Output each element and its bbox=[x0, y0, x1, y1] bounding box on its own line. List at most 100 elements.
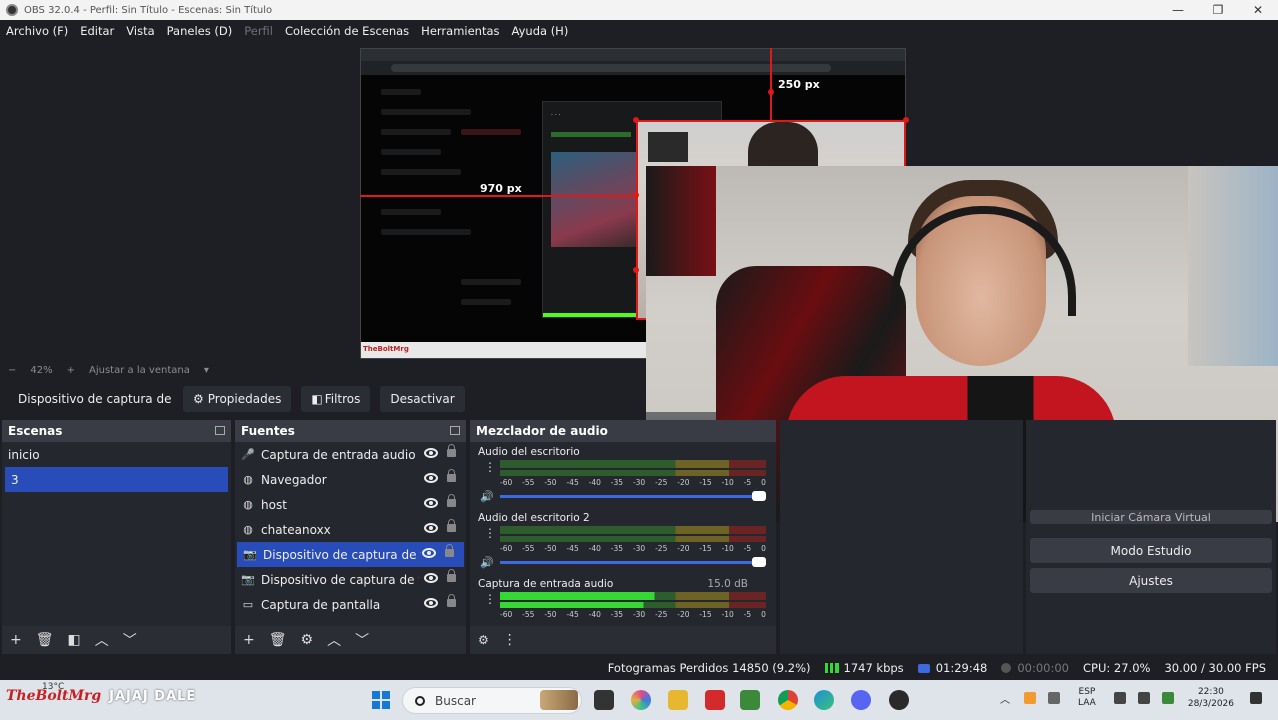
volume-icon[interactable] bbox=[1137, 692, 1150, 704]
discord-icon[interactable] bbox=[851, 690, 871, 710]
chevron-down-icon[interactable]: ﹀ bbox=[355, 630, 369, 650]
chevron-down-icon[interactable]: ▾ bbox=[204, 365, 209, 376]
widgets-area[interactable]: 13°C TheBoltMrg JAJAJ DALE bbox=[6, 682, 196, 704]
menu-edit[interactable]: Editar bbox=[80, 24, 114, 38]
restore-button[interactable]: ❐ bbox=[1198, 0, 1238, 20]
copilot-icon[interactable] bbox=[631, 690, 651, 710]
chevron-up-icon[interactable]: ︿ bbox=[95, 630, 109, 650]
close-button[interactable]: ✕ bbox=[1238, 0, 1278, 20]
eye-icon[interactable] bbox=[424, 573, 438, 583]
undock-icon[interactable] bbox=[450, 426, 460, 435]
fit-window-dropdown[interactable]: Ajustar a la ventana bbox=[89, 365, 190, 376]
source-item[interactable]: 🎤 Captura de entrada audio bbox=[235, 442, 466, 467]
preview-area[interactable]: · · · TheBoltMrg 250 px 970 px bbox=[0, 42, 1278, 522]
lock-icon[interactable] bbox=[445, 544, 454, 557]
notification-icon[interactable] bbox=[1250, 692, 1262, 704]
mixer-channels: Audio del escritorio ⋮ -60 -55 -50 -45 -40 -3… bbox=[470, 442, 776, 626]
obs-taskbar-icon[interactable] bbox=[889, 690, 909, 710]
fps: 30.00 / 30.00 FPS bbox=[1164, 661, 1266, 675]
selected-source-label: Dispositivo de captura de vídeo bbox=[11, 392, 173, 406]
scene-item[interactable]: inicio bbox=[2, 442, 231, 467]
file-explorer-icon[interactable] bbox=[668, 690, 688, 710]
menu-docks[interactable]: Paneles (D) bbox=[167, 24, 233, 38]
undock-icon[interactable] bbox=[215, 426, 225, 435]
language-indicator[interactable]: ESP LAA bbox=[1078, 687, 1096, 709]
transitions-dock bbox=[780, 420, 1023, 654]
zoom-out-button[interactable]: − bbox=[8, 365, 16, 376]
properties-button[interactable]: ⚙ Propiedades bbox=[183, 386, 292, 412]
gear-icon[interactable]: ⚙ bbox=[478, 633, 489, 647]
settings-button[interactable]: Ajustes bbox=[1030, 568, 1272, 593]
chrome-icon[interactable] bbox=[778, 690, 798, 710]
clock[interactable]: 22:30 28/3/2026 bbox=[1188, 686, 1234, 710]
more-options-icon[interactable]: ⋮ bbox=[484, 461, 496, 473]
gear-icon[interactable]: ⚙ bbox=[301, 632, 314, 648]
edge-icon[interactable] bbox=[814, 690, 834, 710]
filters-button[interactable]: ◧ Filtros bbox=[301, 386, 371, 412]
source-item-selected[interactable]: 📷 Dispositivo de captura de vídeo bbox=[237, 542, 464, 567]
more-options-icon[interactable]: ⋮ bbox=[484, 593, 496, 605]
lock-icon[interactable] bbox=[447, 594, 456, 607]
add-icon[interactable]: + bbox=[243, 632, 255, 648]
search-icon bbox=[415, 695, 425, 706]
zoom-in-button[interactable]: + bbox=[67, 365, 75, 376]
battery-icon[interactable] bbox=[1161, 692, 1174, 704]
captured-browser-tabs bbox=[361, 49, 905, 61]
studio-mode-button[interactable]: Modo Estudio bbox=[1030, 538, 1272, 563]
source-item[interactable]: ▭ Captura de pantalla bbox=[235, 592, 466, 617]
eye-icon[interactable] bbox=[424, 473, 438, 483]
minecraft-icon[interactable] bbox=[740, 690, 760, 710]
menu-file[interactable]: Archivo (F) bbox=[6, 24, 68, 38]
eye-icon[interactable] bbox=[422, 548, 436, 558]
task-view-icon[interactable] bbox=[594, 690, 614, 710]
wifi-icon[interactable] bbox=[1113, 692, 1126, 704]
search-highlight-icon[interactable] bbox=[540, 690, 578, 710]
chevron-down-icon[interactable]: ﹀ bbox=[123, 630, 137, 650]
lock-icon[interactable] bbox=[447, 519, 456, 532]
chevron-up-icon[interactable]: ︿ bbox=[1000, 691, 1010, 706]
windows-start-icon[interactable] bbox=[372, 691, 390, 709]
menu-help[interactable]: Ayuda (H) bbox=[512, 24, 569, 38]
lock-icon[interactable] bbox=[447, 569, 456, 582]
speaker-icon[interactable]: 🔊 bbox=[480, 490, 494, 503]
speaker-icon[interactable]: 🔊 bbox=[480, 556, 494, 569]
chevron-up-icon[interactable]: ︿ bbox=[327, 630, 341, 650]
add-icon[interactable]: + bbox=[10, 632, 22, 648]
eye-icon[interactable] bbox=[424, 523, 438, 533]
office-icon[interactable] bbox=[705, 690, 725, 710]
deactivate-button[interactable]: Desactivar bbox=[380, 386, 465, 412]
volume-slider[interactable] bbox=[500, 557, 766, 567]
eye-icon[interactable] bbox=[424, 448, 438, 458]
tray-app-icon[interactable] bbox=[1024, 692, 1037, 704]
system-tray: ︿ ESP LAA 22:30 28/3/2026 bbox=[1000, 686, 1268, 710]
volume-slider[interactable] bbox=[500, 491, 766, 501]
menu-scene-collection[interactable]: Colección de Escenas bbox=[285, 24, 409, 38]
mixer-title: Mezclador de audio bbox=[476, 424, 608, 438]
lock-icon[interactable] bbox=[447, 494, 456, 507]
virtual-camera-button[interactable]: Iniciar Cámara Virtual bbox=[1030, 510, 1272, 524]
transform-handle-tl[interactable] bbox=[633, 117, 639, 123]
menu-tools[interactable]: Herramientas bbox=[421, 24, 499, 38]
source-item[interactable]: 📷 Dispositivo de captura de vídeo bbox=[235, 567, 466, 592]
source-item[interactable]: ◍ Navegador bbox=[235, 467, 466, 492]
transform-handle-tr[interactable] bbox=[903, 117, 909, 123]
microphone-icon[interactable] bbox=[1048, 692, 1061, 704]
lock-icon[interactable] bbox=[447, 444, 456, 457]
eye-icon[interactable] bbox=[424, 498, 438, 508]
lock-icon[interactable] bbox=[447, 469, 456, 482]
scene-item[interactable]: 3 bbox=[5, 467, 228, 492]
transform-handle-l[interactable] bbox=[633, 192, 639, 198]
source-toolbar: Dispositivo de captura de vídeo ⚙ Propie… bbox=[0, 384, 645, 414]
meter-ticks: -60 -55 -50 -45 -40 -35 -30 -25 -20 -15 -10 -5 0 bbox=[500, 544, 766, 553]
source-item[interactable]: ◍ host bbox=[235, 492, 466, 517]
filter-icon[interactable]: ◧ bbox=[68, 632, 81, 648]
more-options-icon[interactable]: ⋮ bbox=[484, 527, 496, 539]
menu-view[interactable]: Vista bbox=[126, 24, 154, 38]
more-options-icon[interactable]: ⋮ bbox=[503, 632, 517, 648]
eye-icon[interactable] bbox=[424, 598, 438, 608]
trash-icon[interactable]: 🗑 bbox=[269, 632, 287, 648]
trash-icon[interactable]: 🗑 bbox=[36, 632, 54, 648]
minimize-button[interactable]: — bbox=[1158, 0, 1198, 20]
transform-handle-bl[interactable] bbox=[633, 267, 639, 273]
source-item[interactable]: ◍ chateanoxx bbox=[235, 517, 466, 542]
